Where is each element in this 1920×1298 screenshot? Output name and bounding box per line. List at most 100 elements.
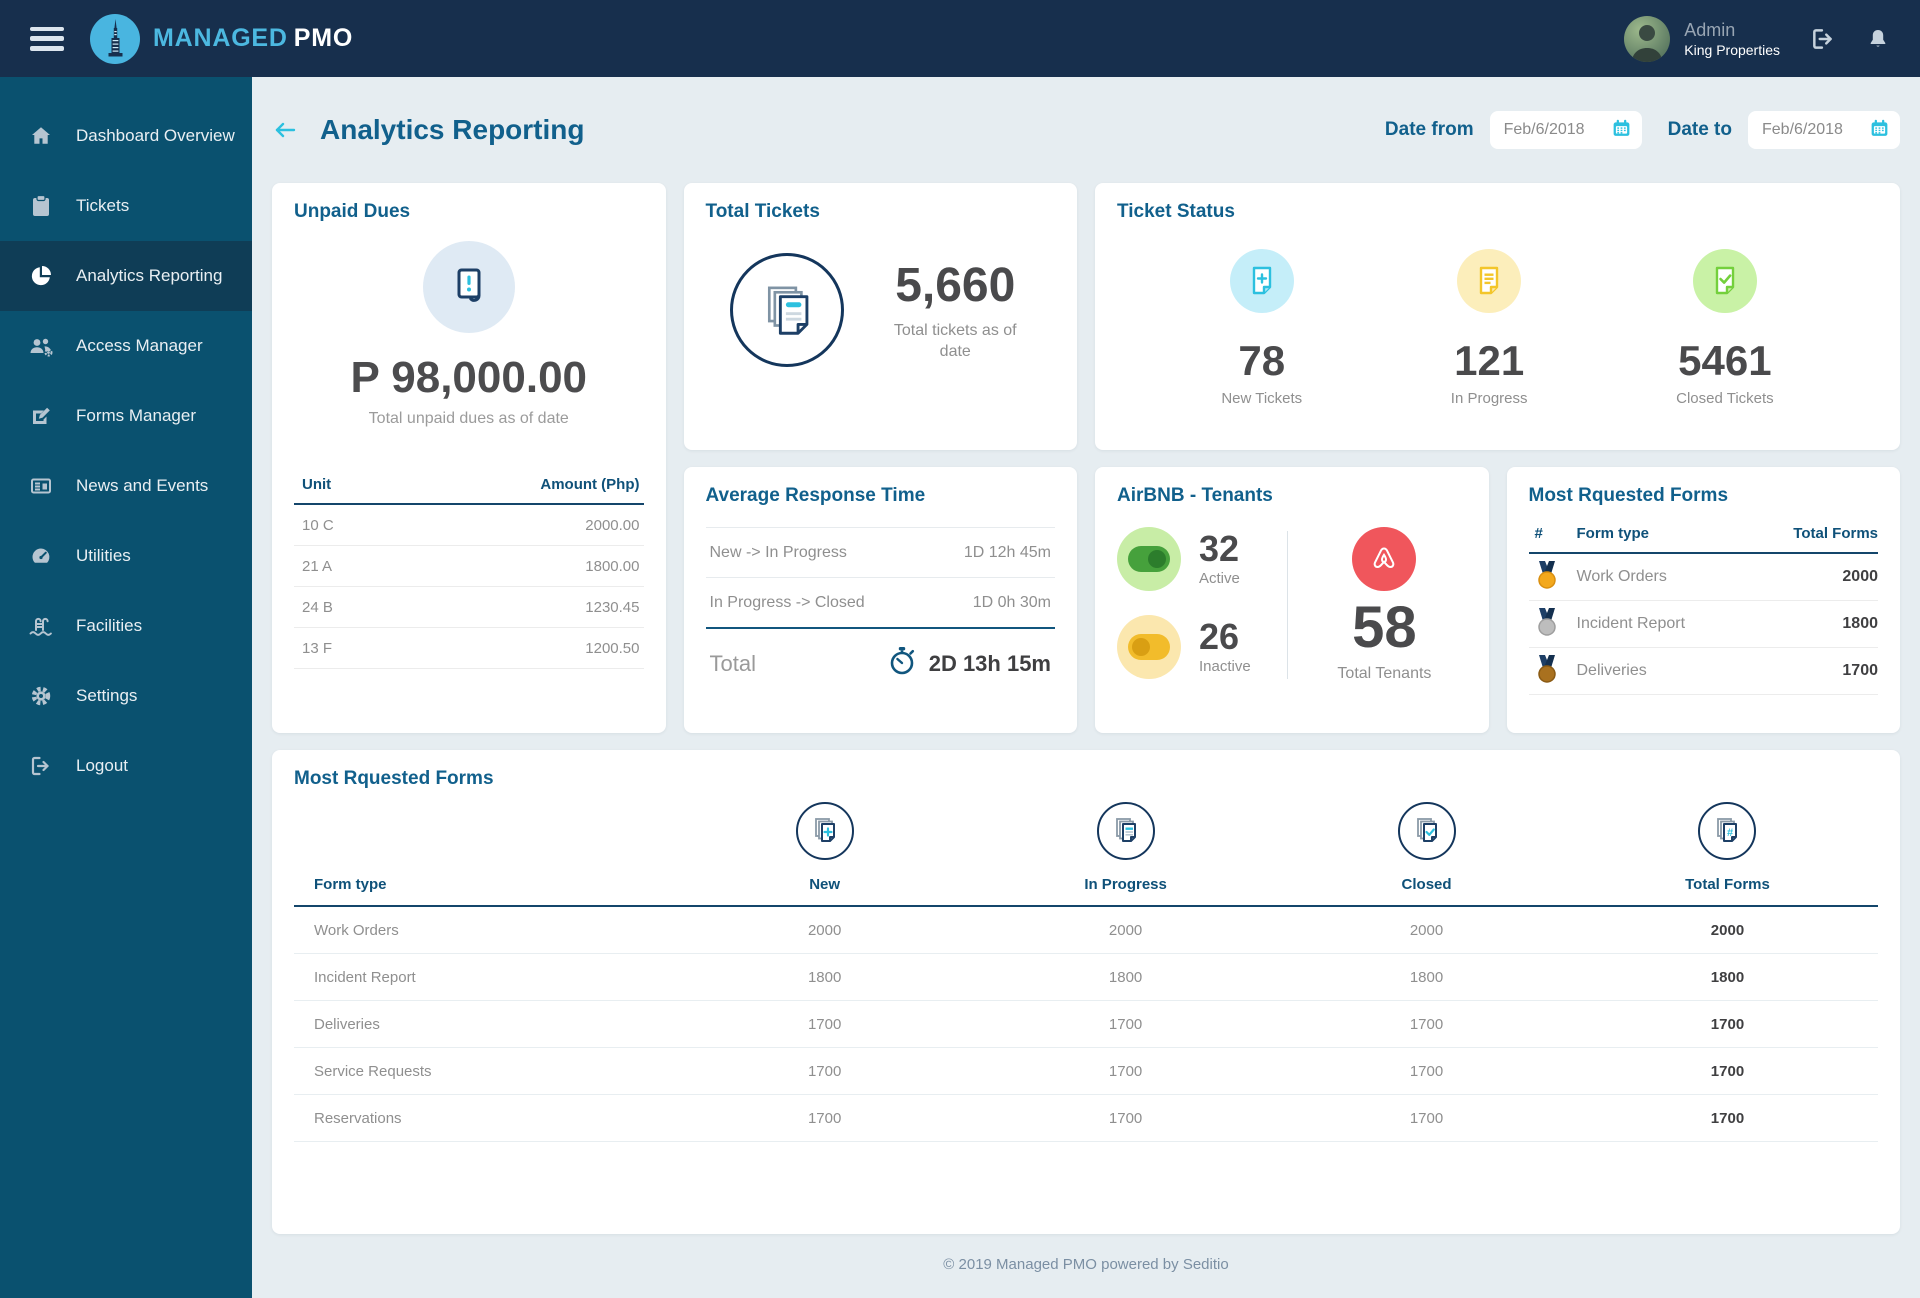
- col-form-type: Form type: [314, 876, 387, 893]
- signout-icon[interactable]: [1810, 26, 1836, 52]
- in-progress-label: In Progress: [1450, 390, 1528, 407]
- sidebar-item-tickets[interactable]: Tickets: [0, 171, 252, 241]
- sidebar-item-utilities[interactable]: Utilities: [0, 521, 252, 591]
- back-arrow-icon[interactable]: [272, 118, 298, 142]
- sidebar-item-access-manager[interactable]: Access Manager: [0, 311, 252, 381]
- avg-row-label: In Progress -> Closed: [709, 593, 865, 611]
- cards-grid: Unpaid Dues P 98,000.00 Total unpaid due…: [272, 183, 1900, 1234]
- col-in-progress: In Progress: [1084, 876, 1167, 893]
- airbnb-body: 32 Active 26 Inactive 58 Total Tenants: [1117, 527, 1467, 683]
- avg-row-value: 1D 0h 30m: [972, 593, 1051, 611]
- sidebar-item-settings[interactable]: Settings: [0, 661, 252, 731]
- bell-icon[interactable]: [1866, 27, 1890, 51]
- user-menu[interactable]: Admin King Properties: [1624, 15, 1780, 62]
- total-forms-cell: 1700: [1710, 1062, 1745, 1080]
- sidebar-item-label: Dashboard Overview: [76, 126, 235, 145]
- closed-tickets-value: 5461: [1678, 337, 1772, 384]
- documents-plus-icon: [795, 802, 854, 860]
- inactive-label: Inactive: [1199, 658, 1251, 675]
- card-title: Total Tickets: [705, 201, 820, 222]
- col-total-forms: Total Forms: [1685, 876, 1770, 893]
- date-to-input[interactable]: [1762, 121, 1863, 139]
- airbnb-icon: [1352, 527, 1417, 591]
- hamburger-menu-icon[interactable]: [30, 26, 64, 51]
- date-filters: Date from Feb/6/2018 Date to Feb/6/2018: [1385, 111, 1900, 149]
- unit-cell: 21 A: [302, 557, 333, 575]
- table-row: Incident Report 1800 1800 1800 1800: [294, 954, 1878, 1001]
- total-cell: 1700: [1842, 662, 1878, 679]
- unpaid-total-value: P 98,000.00: [350, 353, 588, 402]
- users-gear-icon: [28, 334, 54, 358]
- avg-total-value: 2D 13h 15m: [928, 650, 1051, 676]
- total-tickets-stat: 5,660 Total tickets as of date: [880, 258, 1030, 363]
- table-header: Unit Amount (Php): [294, 476, 644, 505]
- avg-total-label: Total: [709, 650, 756, 676]
- airbnb-active-stat: 32 Active: [1117, 527, 1273, 591]
- unit-cell: 10 C: [302, 516, 334, 534]
- amount-cell: 2000.00: [585, 516, 640, 534]
- column-icons-row: #: [294, 802, 1878, 860]
- sidebar-item-label: News and Events: [76, 476, 209, 495]
- pie-chart-icon: [28, 264, 54, 288]
- inactive-value: 26: [1199, 616, 1240, 657]
- page-title: Analytics Reporting: [320, 114, 585, 145]
- date-to-field[interactable]: [1748, 111, 1900, 149]
- calendar-icon[interactable]: [1869, 117, 1890, 144]
- col-total-forms: Total Forms: [1793, 525, 1878, 542]
- date-from-field[interactable]: [1489, 111, 1642, 149]
- date-from-input[interactable]: [1503, 121, 1605, 139]
- card-title: Unpaid Dues: [294, 201, 411, 222]
- table-row: 21 A 1800.00: [294, 546, 644, 587]
- avg-total-row: Total 2D 13h 15m: [706, 629, 1056, 682]
- sidebar-item-forms-manager[interactable]: Forms Manager: [0, 381, 252, 451]
- col-unit: Unit: [302, 476, 332, 493]
- unpaid-dues-table: Unit Amount (Php) 10 C 2000.00 21 A 1800…: [294, 476, 644, 669]
- in-progress-cell: 2000: [1108, 921, 1143, 939]
- documents-lines-icon: [1096, 802, 1155, 860]
- sidebar-item-dashboard-overview[interactable]: Dashboard Overview: [0, 101, 252, 171]
- in-progress-cell: 1700: [1108, 1109, 1143, 1127]
- avg-row: In Progress -> Closed 1D 0h 30m: [705, 577, 1055, 627]
- table-row: 13 F 1200.50: [294, 628, 644, 669]
- sidebar-item-facilities[interactable]: Facilities: [0, 591, 252, 661]
- airbnb-total: 58 Total Tenants: [1302, 527, 1466, 683]
- documents-stack-icon: [730, 253, 845, 367]
- form-type-cell: Incident Report: [1576, 615, 1686, 632]
- divider: [1287, 531, 1289, 679]
- closed-cell: 1800: [1409, 968, 1444, 986]
- total-cell: 2000: [1842, 568, 1878, 585]
- amount-cell: 1800.00: [585, 557, 640, 575]
- content-header: Analytics Reporting Date from Feb/6/2018…: [272, 77, 1900, 183]
- sidebar-item-news-and-events[interactable]: News and Events: [0, 451, 252, 521]
- unit-cell: 24 B: [302, 598, 333, 616]
- airbnb-stats: 32 Active 26 Inactive: [1117, 527, 1273, 683]
- new-cell: 1700: [807, 1015, 842, 1033]
- main-content: Analytics Reporting Date from Feb/6/2018…: [252, 77, 1920, 1298]
- calendar-icon[interactable]: [1611, 117, 1632, 144]
- sidebar-item-analytics-reporting[interactable]: Analytics Reporting: [0, 241, 252, 311]
- sidebar-item-label: Utilities: [76, 546, 131, 565]
- date-to-group: Date to: [1668, 111, 1900, 149]
- airbnb-active-text: 32 Active: [1199, 531, 1240, 588]
- form-type-cell: Service Requests: [314, 1062, 432, 1080]
- table-row: Deliveries 1700 1700 1700 1700: [294, 1001, 1878, 1048]
- table-header: Form type New In Progress Closed Total F…: [294, 860, 1878, 907]
- table-row: Reservations 1700 1700 1700 1700: [294, 1095, 1878, 1142]
- airbnb-tenants-card: AirBNB - Tenants 32 Active 26 Inactive 5…: [1095, 467, 1489, 733]
- navbar-right: Admin King Properties: [1624, 15, 1890, 62]
- most-requested-forms-table-card: Most Rquested Forms # Form type New In P…: [272, 750, 1900, 1234]
- closed-cell: 1700: [1409, 1062, 1444, 1080]
- table-header: # Form type Total Forms: [1528, 525, 1878, 554]
- page-title-group: Analytics Reporting: [272, 114, 584, 146]
- brand-logo[interactable]: MANAGED PMO: [90, 13, 353, 64]
- total-forms-cell: 2000: [1710, 921, 1745, 939]
- document-plus-icon: [1229, 249, 1294, 313]
- sidebar-item-logout[interactable]: Logout: [0, 731, 252, 801]
- gold-medal-icon: [1529, 560, 1577, 594]
- avatar[interactable]: [1624, 15, 1671, 62]
- avg-response-rows: New -> In Progress 1D 12h 45m In Progres…: [705, 527, 1056, 682]
- unpaid-subtitle: Total unpaid dues as of date: [368, 410, 569, 427]
- new-cell: 2000: [807, 921, 842, 939]
- navbar-left: MANAGED PMO: [30, 13, 353, 64]
- amount-cell: 1200.50: [585, 639, 640, 657]
